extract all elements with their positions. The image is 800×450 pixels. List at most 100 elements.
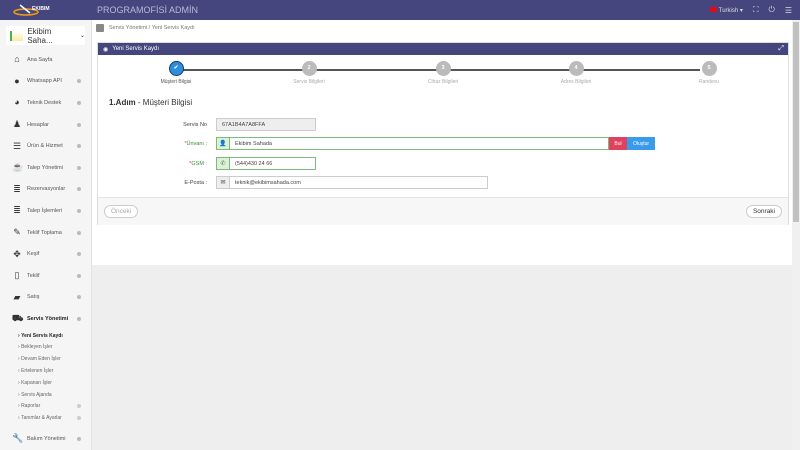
expand-dot [77, 436, 81, 441]
subitem-devam-eden-isler[interactable]: › Devam Eden İşler [0, 353, 91, 365]
step-5[interactable]: 5 Randevu [679, 61, 739, 85]
sidebar-item-teklif-toplama[interactable]: ✎ Teklif Toplama [0, 222, 91, 244]
subitem-bekleyen-isler[interactable]: › Bekleyen İşler [0, 342, 91, 354]
label: Ürün & Hizmet [27, 143, 63, 150]
scrollbar[interactable] [792, 20, 800, 450]
email-value: teknik@ekibimsahada.com [235, 179, 301, 186]
fullscreen-icon[interactable]: ⛶ [753, 5, 759, 15]
sidebar-item-urun-hizmet[interactable]: ☰ Ürün & Hizmet [0, 135, 91, 157]
subitem-servis-ajanda[interactable]: › Servis Ajanda [0, 389, 91, 401]
step-1[interactable]: ✔ Müşteri Bilgisi [146, 61, 206, 85]
subitem-ertelenen-isler[interactable]: › Ertelenen İşler [0, 365, 91, 377]
label: Servis Ajanda [21, 391, 52, 398]
step-2[interactable]: 2 Servis Bilgileri [279, 61, 339, 85]
olustur-button[interactable]: Oluştur [627, 137, 655, 150]
home-icon: ⌂ [14, 54, 20, 65]
language-selector[interactable]: Turkish ▾ [709, 6, 743, 14]
sidebar-item-rezervasyonlar[interactable]: ≣ Rezervasyonlar [0, 179, 91, 201]
sidebar-item-hesaplar[interactable]: ♟ Hesaplar [0, 114, 91, 136]
label: Keşif [27, 251, 40, 258]
wizard-steps: ✔ Müşteri Bilgisi 2 Servis Bilgileri 3 Ciha… [98, 55, 788, 89]
label: Bakım Yönetimi [27, 435, 66, 442]
gsm-input[interactable]: ✆ (544)430 24 66 [216, 157, 316, 170]
step-heading: 1.Adım - Müşteri Bilgisi [109, 98, 192, 107]
label: Rezervasyonlar [27, 186, 66, 193]
company-logo [10, 30, 24, 41]
sidebar-item-whatsapp[interactable]: ● Whatsapp API [0, 71, 91, 93]
expand-dot [77, 187, 81, 192]
expand-icon[interactable]: ⤢ [778, 45, 784, 53]
card-header: ◉ Yeni Servis Kaydı ⤢ [98, 43, 788, 55]
heading-step: 1.Adım [109, 98, 136, 107]
expand-dot [77, 416, 81, 421]
step-3[interactable]: 3 Cihaz Bilgileri [413, 61, 473, 85]
label: Raporlar [21, 403, 41, 410]
main-content: Servis Yönetimi / Yeni Servis Kaydı ◉ Yen… [92, 20, 792, 265]
file-icon: ▯ [14, 270, 20, 281]
step-4[interactable]: 4 Adres Bilgileri [546, 61, 606, 85]
subitem-kapanan-isler[interactable]: › Kapanan İşler [0, 377, 91, 389]
label: Satış [27, 294, 40, 301]
phone-icon: ✆ [217, 158, 230, 169]
gsm-value: (544)430 24 66 [235, 160, 273, 167]
label: Whatsapp API [27, 78, 62, 85]
company-selector[interactable]: Ekibim Saha... ⌄ [6, 26, 85, 45]
servis-no-field: 67A1B4A7A8FFA [216, 118, 316, 131]
svg-text:EKIBIM: EKIBIM [32, 6, 50, 12]
sidebar-item-ana-sayfa[interactable]: ⌂ Ana Sayfa [0, 49, 91, 71]
expand-dot [77, 316, 81, 321]
subitem-tanimlar-ayarlar[interactable]: › Tanımlar & Ayarlar [0, 412, 91, 424]
unvan-label: *Ünvanı : [98, 141, 216, 147]
sidebar-item-satis[interactable]: ▰ Satış [0, 287, 91, 309]
label: Talep Yönetimi [27, 164, 63, 171]
subitem-yeni-servis-kaydi[interactable]: › Yeni Servis Kaydı [0, 330, 91, 342]
label: Teknik Destek [27, 99, 62, 106]
subitem-raporlar[interactable]: › Raporlar [0, 401, 91, 413]
sidebar-item-teknik-destek[interactable]: ◕ Teknik Destek [0, 92, 91, 114]
expand-dot [77, 273, 81, 278]
sidebar-item-talep-islemleri[interactable]: ≣ Talep İşlemleri [0, 200, 91, 222]
list-icon: ≣ [13, 183, 21, 194]
power-icon[interactable]: ⏻ [769, 5, 775, 15]
expand-dot [77, 404, 81, 409]
app-title: PROGRAMOFİSİ ADMİN [97, 5, 199, 15]
servis-no-label: Servis No [183, 121, 207, 128]
email-label: E-Posta : [184, 179, 207, 186]
unvan-input[interactable]: 👤 Ekibim Sahada [216, 137, 609, 150]
breadcrumb-home-icon[interactable] [96, 24, 104, 32]
label: Talep İşlemleri [27, 207, 63, 214]
sidebar-item-servis-yonetimi[interactable]: ⛟ Servis Yönetimi [0, 308, 91, 330]
next-button[interactable]: Sonraki [745, 205, 782, 218]
email-input[interactable]: ✉ teknik@ekibimsahada.com [216, 176, 488, 189]
language-label: Turkish [718, 7, 739, 14]
step-label: Randevu [698, 79, 719, 85]
label: GSM : [191, 160, 207, 167]
wizard-footer: Önceki Sonraki [98, 197, 788, 225]
expand-dot [77, 295, 81, 300]
menu-icon[interactable]: ☰ [785, 6, 792, 15]
bul-button[interactable]: Bul [609, 137, 627, 150]
label: Ana Sayfa [27, 56, 53, 63]
servis-no-value: 67A1B4A7A8FFA [222, 121, 266, 128]
truck-icon: ⛟ [12, 313, 24, 324]
step-number: 3 [435, 61, 451, 76]
label: Bekleyen İşler [21, 344, 53, 351]
breadcrumb-item[interactable]: Servis Yönetimi [109, 25, 147, 31]
step-number: 4 [568, 61, 584, 76]
step-label: Cihaz Bilgileri [427, 79, 459, 85]
label: Devam Eden İşler [21, 356, 61, 363]
wizard-card: ◉ Yeni Servis Kaydı ⤢ ✔ Müşteri Bilgisi 2 Se… [97, 42, 789, 225]
sidebar-item-bakim-yonetimi[interactable]: 🔧 Bakım Yönetimi [0, 428, 91, 450]
sidebar-item-teklif[interactable]: ▯ Teklif [0, 265, 91, 287]
briefcase-icon: ▰ [13, 291, 21, 302]
label: Yeni Servis Kaydı [21, 332, 63, 339]
scrollbar-thumb[interactable] [793, 22, 799, 222]
logo[interactable]: EKIBIM [12, 3, 50, 17]
turkey-flag-icon [709, 6, 717, 12]
sidebar-item-talep-yonetimi[interactable]: ☕ Talep Yönetimi [0, 157, 91, 179]
breadcrumb-current: Yeni Servis Kaydı [151, 25, 195, 31]
envelope-icon: ✉ [217, 177, 230, 188]
sidebar-item-kesif[interactable]: ✥ Keşif [0, 243, 91, 265]
previous-button[interactable]: Önceki [104, 205, 139, 218]
step-label: Adres Bilgileri [560, 79, 592, 85]
